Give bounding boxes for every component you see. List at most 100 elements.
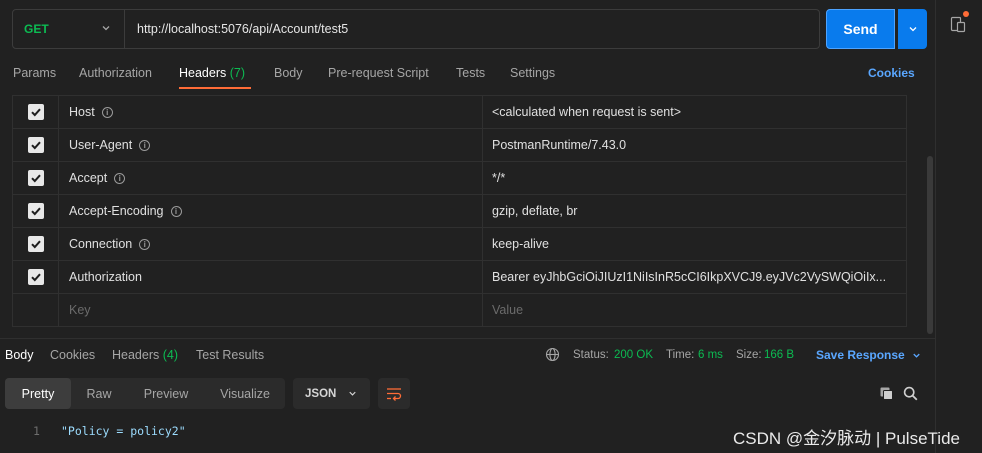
headers-table: Host i <calculated when request is sent> Us…	[12, 95, 907, 327]
watermark: CSDN @金汐脉动 | PulseTide	[733, 429, 960, 448]
header-enable-cell	[13, 162, 59, 194]
tab-authorization[interactable]: Authorization	[79, 66, 152, 80]
url-input[interactable]: http://localhost:5076/api/Account/test5	[137, 22, 348, 36]
header-row: Accept-Encoding i gzip, deflate, br	[13, 194, 906, 227]
header-value-cell[interactable]: Bearer eyJhbGciOiJIUzI1NiIsInR5cCI6IkpXV…	[483, 261, 915, 293]
view-mode-preview[interactable]: Preview	[127, 378, 205, 409]
tab-body[interactable]: Body	[274, 66, 303, 80]
tab-headers[interactable]: Headers (7)	[179, 66, 245, 80]
request-bar: GET http://localhost:5076/api/Account/te…	[12, 9, 820, 49]
new-header-row: Key Value	[13, 293, 906, 326]
header-enable-cell	[13, 129, 59, 161]
chevron-down-icon	[102, 26, 110, 31]
header-value: gzip, deflate, br	[492, 204, 578, 218]
header-row: Connection i keep-alive	[13, 227, 906, 260]
header-key-cell[interactable]: Connection i	[59, 228, 483, 260]
new-header-value-input[interactable]: Value	[483, 294, 915, 326]
info-icon[interactable]: i	[101, 106, 113, 118]
tab-tests[interactable]: Tests	[456, 66, 485, 80]
wrap-lines-button[interactable]	[378, 378, 410, 409]
tab-settings[interactable]: Settings	[510, 66, 555, 80]
header-enable-cell	[13, 294, 59, 326]
header-value: */*	[492, 171, 506, 185]
send-button[interactable]: Send	[826, 9, 895, 49]
header-key: Accept	[69, 171, 108, 185]
response-tab-body[interactable]: Body	[5, 348, 34, 362]
header-value-cell[interactable]: keep-alive	[483, 228, 915, 260]
status-label: Status:	[573, 349, 609, 361]
info-icon[interactable]: i	[114, 172, 126, 184]
header-enable-checkbox[interactable]	[27, 269, 44, 285]
line-number: 1	[33, 424, 40, 438]
tab-params[interactable]: Params	[13, 66, 56, 80]
copy-icon[interactable]	[879, 386, 894, 401]
header-enable-checkbox[interactable]	[27, 137, 44, 153]
header-key-cell[interactable]: Authorization	[59, 261, 483, 293]
info-icon[interactable]: i	[139, 238, 151, 250]
tab-headers-label: Headers	[179, 66, 227, 80]
time-value[interactable]: 6 ms	[698, 349, 723, 361]
checkmark-icon	[30, 207, 41, 216]
scrollbar[interactable]	[927, 156, 933, 334]
header-key-cell[interactable]: Host i	[59, 96, 483, 128]
header-enable-cell	[13, 96, 59, 128]
checkmark-icon	[30, 174, 41, 183]
method-label: GET	[24, 22, 49, 36]
header-enable-checkbox[interactable]	[27, 236, 44, 252]
active-tab-indicator	[179, 87, 251, 89]
send-dropdown-button[interactable]	[898, 9, 927, 49]
header-value: Bearer eyJhbGciOiJIUzI1NiIsInR5cCI6IkpXV…	[492, 270, 887, 284]
header-value-cell[interactable]: gzip, deflate, br	[483, 195, 915, 227]
view-mode-pretty[interactable]: Pretty	[5, 378, 71, 409]
header-key-cell[interactable]: Accept i	[59, 162, 483, 194]
header-key: Authorization	[69, 270, 142, 284]
chevron-down-icon	[909, 27, 916, 32]
header-enable-checkbox[interactable]	[27, 203, 44, 219]
view-mode-visualize[interactable]: Visualize	[205, 378, 285, 409]
header-key-cell[interactable]: Accept-Encoding i	[59, 195, 483, 227]
new-header-key-input[interactable]: Key	[59, 294, 483, 326]
header-enable-cell	[13, 228, 59, 260]
cookies-link[interactable]: Cookies	[868, 66, 915, 80]
format-select[interactable]: JSON	[293, 378, 370, 409]
response-tab-headers-label: Headers	[112, 348, 160, 362]
checkmark-icon	[30, 240, 41, 249]
method-select[interactable]: GET	[13, 10, 125, 48]
notification-dot	[963, 11, 969, 17]
chevron-down-icon[interactable]	[911, 350, 922, 361]
view-mode-raw[interactable]: Raw	[71, 378, 127, 409]
header-enable-checkbox[interactable]	[27, 170, 44, 186]
save-response-button[interactable]: Save Response	[816, 348, 905, 362]
time-label: Time:	[666, 349, 695, 361]
header-key: Accept-Encoding	[69, 204, 164, 218]
header-key-cell[interactable]: User-Agent i	[59, 129, 483, 161]
search-icon[interactable]	[903, 386, 918, 401]
documentation-icon[interactable]	[950, 16, 966, 34]
response-tab-test-results[interactable]: Test Results	[196, 348, 264, 362]
info-icon[interactable]: i	[139, 139, 151, 151]
wrap-lines-icon	[387, 387, 402, 401]
size-label: Size:	[736, 349, 762, 361]
header-value: keep-alive	[492, 237, 549, 251]
header-value-cell[interactable]: */*	[483, 162, 915, 194]
globe-icon[interactable]	[545, 347, 560, 362]
header-value-cell[interactable]: PostmanRuntime/7.43.0	[483, 129, 915, 161]
info-icon[interactable]: i	[170, 205, 182, 217]
view-mode-selector: Pretty Raw Preview Visualize	[5, 378, 285, 409]
value-placeholder: Value	[492, 303, 524, 317]
header-value: <calculated when request is sent>	[492, 105, 682, 119]
response-tab-headers[interactable]: Headers (4)	[112, 348, 178, 362]
key-placeholder: Key	[69, 303, 91, 317]
header-enable-cell	[13, 195, 59, 227]
tab-pre-request-script[interactable]: Pre-request Script	[328, 66, 429, 80]
response-tab-cookies[interactable]: Cookies	[50, 348, 95, 362]
pane-divider[interactable]	[0, 338, 935, 339]
response-body-line[interactable]: "Policy = policy2"	[61, 424, 186, 438]
status-value[interactable]: 200 OK	[614, 349, 653, 361]
header-row: User-Agent i PostmanRuntime/7.43.0	[13, 128, 906, 161]
chevron-down-icon	[349, 391, 356, 396]
response-tab-headers-count: (4)	[162, 348, 179, 362]
header-value-cell[interactable]: <calculated when request is sent>	[483, 96, 915, 128]
size-value[interactable]: 166 B	[764, 349, 794, 361]
header-enable-checkbox[interactable]	[27, 104, 44, 120]
